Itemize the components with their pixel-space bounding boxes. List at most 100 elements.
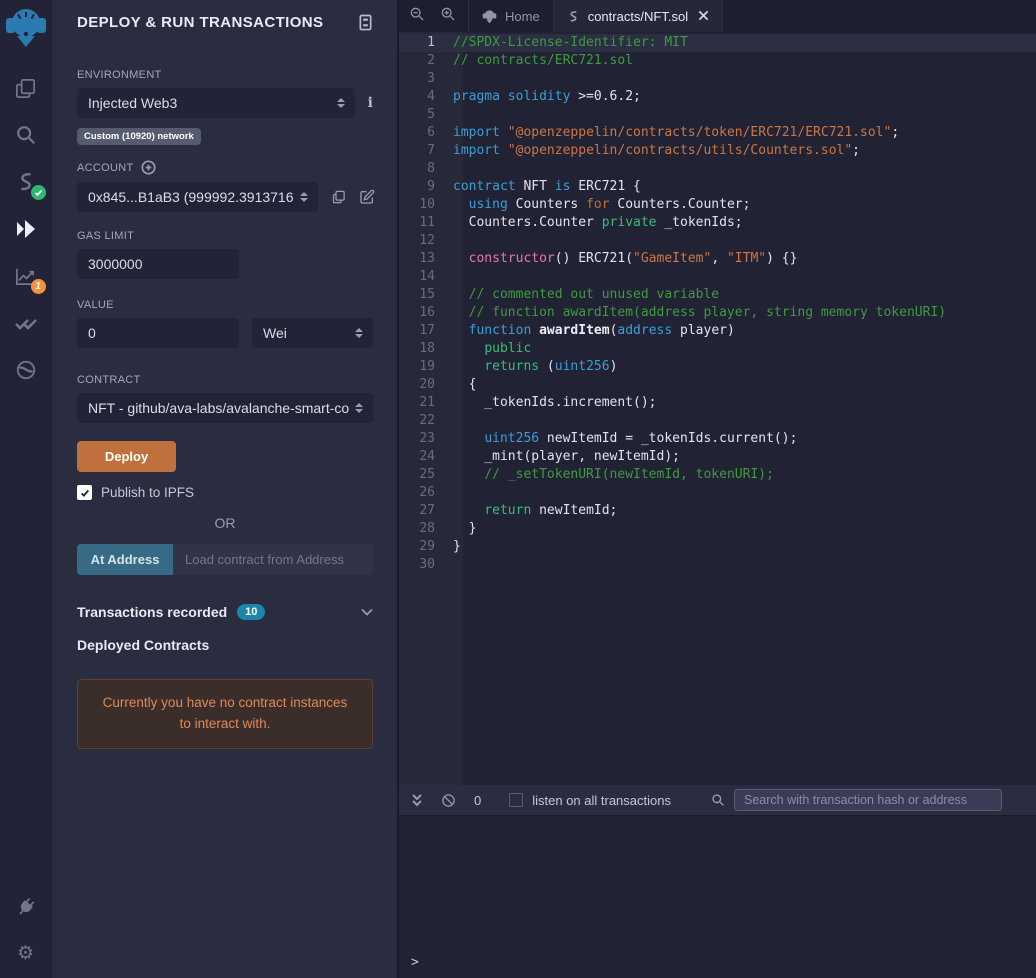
sidebar-item-solidity-compiler[interactable]	[13, 169, 39, 195]
sidebar-item-settings[interactable]: ⚙	[13, 940, 39, 966]
code-line-7[interactable]: 7import "@openzeppelin/contracts/utils/C…	[399, 142, 1036, 160]
code-text	[449, 232, 453, 250]
edit-account-icon[interactable]	[359, 189, 375, 205]
deploy-button[interactable]: Deploy	[77, 441, 176, 472]
publish-ipfs-checkbox[interactable]	[77, 485, 92, 500]
code-line-2[interactable]: 2// contracts/ERC721.sol	[399, 52, 1036, 70]
code-line-28[interactable]: 28 }	[399, 520, 1036, 538]
documentation-icon[interactable]	[358, 14, 373, 31]
terminal-search-input[interactable]	[734, 789, 1002, 811]
code-text: function awardItem(address player)	[449, 322, 735, 340]
code-line-14[interactable]: 14	[399, 268, 1036, 286]
account-label: ACCOUNT	[77, 162, 134, 174]
code-line-23[interactable]: 23 uint256 newItemId = _tokenIds.current…	[399, 430, 1036, 448]
copy-account-icon[interactable]	[331, 189, 346, 205]
environment-select[interactable]: Injected Web3	[77, 88, 355, 118]
publish-ipfs-label: Publish to IPFS	[101, 485, 194, 500]
code-line-8[interactable]: 8	[399, 160, 1036, 178]
zoom-out-icon[interactable]	[409, 6, 425, 27]
sidebar-item-deploy-run[interactable]	[13, 216, 39, 242]
deploy-run-icon	[14, 217, 38, 241]
line-number: 17	[399, 322, 449, 340]
files-icon	[14, 77, 37, 100]
code-text: // contracts/ERC721.sol	[449, 52, 633, 70]
code-line-10[interactable]: 10 using Counters for Counters.Counter;	[399, 196, 1036, 214]
account-select[interactable]: 0x845...B1aB3 (999992.3913716	[77, 182, 318, 212]
line-number: 23	[399, 430, 449, 448]
tab-nft-sol[interactable]: contracts/NFT.sol	[554, 0, 723, 32]
listen-transactions-checkbox[interactable]	[509, 793, 523, 807]
code-line-20[interactable]: 20 {	[399, 376, 1036, 394]
terminal-prompt: >	[411, 955, 419, 970]
environment-label: ENVIRONMENT	[77, 69, 373, 81]
listen-transactions-label: listen on all transactions	[532, 793, 671, 808]
code-line-12[interactable]: 12	[399, 232, 1036, 250]
code-line-21[interactable]: 21 _tokenIds.increment();	[399, 394, 1036, 412]
terminal-toolbar: 0 listen on all transactions	[399, 785, 1036, 815]
line-number: 7	[399, 142, 449, 160]
line-number: 25	[399, 466, 449, 484]
code-line-19[interactable]: 19 returns (uint256)	[399, 358, 1036, 376]
line-number: 21	[399, 394, 449, 412]
code-line-17[interactable]: 17 function awardItem(address player)	[399, 322, 1036, 340]
code-line-26[interactable]: 26	[399, 484, 1036, 502]
code-line-4[interactable]: 4pragma solidity >=0.6.2;	[399, 88, 1036, 106]
contract-select[interactable]: NFT - github/ava-labs/avalanche-smart-co…	[77, 393, 373, 423]
close-tab-icon[interactable]	[698, 9, 709, 24]
code-line-25[interactable]: 25 // _setTokenURI(newItemId, tokenURI);	[399, 466, 1036, 484]
value-input[interactable]	[77, 318, 239, 348]
code-line-1[interactable]: 1//SPDX-License-Identifier: MIT	[399, 34, 1036, 52]
at-address-button[interactable]: At Address	[77, 544, 173, 575]
expand-terminal-icon[interactable]	[411, 793, 423, 807]
code-line-30[interactable]: 30	[399, 556, 1036, 574]
remix-logo-icon[interactable]	[6, 5, 46, 49]
code-text: using Counters for Counters.Counter;	[449, 196, 750, 214]
sidebar-icons: 1	[13, 75, 39, 383]
sidebar-item-sourcify[interactable]	[13, 357, 39, 383]
zoom-in-icon[interactable]	[440, 6, 456, 27]
sidebar-item-plugin-manager[interactable]	[13, 894, 39, 920]
line-number: 29	[399, 538, 449, 556]
code-line-11[interactable]: 11 Counters.Counter private _tokenIds;	[399, 214, 1036, 232]
transactions-recorded-label: Transactions recorded	[77, 604, 227, 620]
sidebar-item-unit-testing[interactable]	[13, 310, 39, 336]
code-line-6[interactable]: 6import "@openzeppelin/contracts/token/E…	[399, 124, 1036, 142]
code-line-29[interactable]: 29}	[399, 538, 1036, 556]
transactions-count-badge: 10	[237, 604, 265, 620]
tab-home[interactable]: Home	[468, 0, 554, 32]
code-line-13[interactable]: 13 constructor() ERC721("GameItem", "ITM…	[399, 250, 1036, 268]
code-line-15[interactable]: 15 // commented out unused variable	[399, 286, 1036, 304]
code-text: returns (uint256)	[449, 358, 617, 376]
network-badge: Custom (10920) network	[77, 128, 201, 145]
line-number: 10	[399, 196, 449, 214]
environment-info-icon[interactable]: i	[368, 95, 373, 111]
code-line-16[interactable]: 16 // function awardItem(address player,…	[399, 304, 1036, 322]
code-text: import "@openzeppelin/contracts/token/ER…	[449, 124, 899, 142]
sidebar-item-analytics[interactable]: 1	[13, 263, 39, 289]
solidity-file-icon	[567, 10, 580, 23]
line-number: 22	[399, 412, 449, 430]
remix-home-icon	[482, 9, 497, 24]
add-account-icon[interactable]	[141, 160, 156, 175]
clear-console-icon[interactable]	[441, 793, 456, 808]
value-unit-select[interactable]: Wei	[252, 318, 373, 348]
sidebar-item-file-explorer[interactable]	[13, 75, 39, 101]
at-address-input[interactable]	[173, 544, 373, 575]
code-line-3[interactable]: 3	[399, 70, 1036, 88]
line-number: 30	[399, 556, 449, 574]
code-editor[interactable]: 1//SPDX-License-Identifier: MIT2// contr…	[399, 32, 1036, 785]
code-line-24[interactable]: 24 _mint(player, newItemId);	[399, 448, 1036, 466]
sidebar-item-search[interactable]	[13, 122, 39, 148]
gear-icon: ⚙	[17, 944, 34, 963]
code-line-22[interactable]: 22	[399, 412, 1036, 430]
terminal-output[interactable]: >	[399, 815, 1036, 978]
code-line-27[interactable]: 27 return newItemId;	[399, 502, 1036, 520]
line-number: 2	[399, 52, 449, 70]
code-line-18[interactable]: 18 public	[399, 340, 1036, 358]
line-number: 14	[399, 268, 449, 286]
code-line-9[interactable]: 9contract NFT is ERC721 {	[399, 178, 1036, 196]
code-line-5[interactable]: 5	[399, 106, 1036, 124]
gas-limit-input[interactable]	[77, 249, 239, 279]
transactions-recorded-toggle[interactable]: Transactions recorded 10	[77, 604, 373, 620]
line-number: 4	[399, 88, 449, 106]
